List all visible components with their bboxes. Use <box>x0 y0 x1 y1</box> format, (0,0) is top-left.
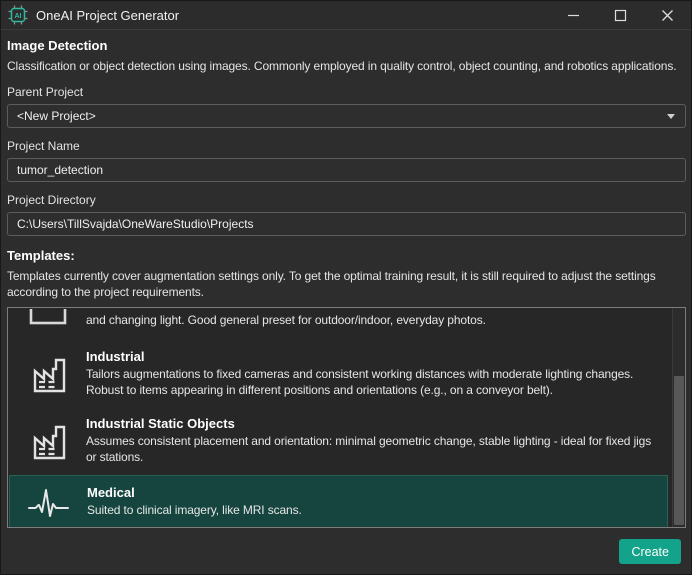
chevron-down-icon <box>667 114 675 119</box>
templates-note: Templates currently cover augmentation s… <box>7 268 686 300</box>
maximize-icon <box>614 9 627 22</box>
titlebar: AI OneAI Project Generator <box>1 1 691 30</box>
parent-project-select[interactable]: <New Project> <box>7 104 686 128</box>
project-name-input[interactable] <box>7 158 686 182</box>
template-item-description: and changing light. Good general preset … <box>86 313 668 329</box>
minimize-icon <box>567 9 580 22</box>
parent-project-label: Parent Project <box>7 85 686 99</box>
create-button[interactable]: Create <box>619 539 681 564</box>
project-directory-input[interactable] <box>7 212 686 236</box>
photo-icon <box>9 309 86 325</box>
project-directory-label: Project Directory <box>7 193 686 207</box>
template-item-description: Assumes consistent placement and orienta… <box>86 434 668 465</box>
template-item-title: Industrial <box>86 349 668 364</box>
close-button[interactable] <box>644 1 691 29</box>
maximize-button[interactable] <box>597 1 644 29</box>
templates-heading: Templates: <box>7 248 686 263</box>
scrollbar[interactable] <box>672 308 685 527</box>
ecg-icon <box>10 484 87 520</box>
window-title: OneAI Project Generator <box>36 8 179 23</box>
template-item-description: Tailors augmentations to fixed cameras a… <box>86 367 668 398</box>
scrollbar-thumb[interactable] <box>674 376 684 525</box>
template-item-description: Suited to clinical imagery, like MRI sca… <box>87 503 667 519</box>
dialog-body: Image Detection Classification or object… <box>1 30 691 575</box>
factory-icon <box>9 421 86 461</box>
minimize-button[interactable] <box>550 1 597 29</box>
template-item-industrial-static-objects[interactable]: Industrial Static Objects Assumes consis… <box>9 408 668 473</box>
template-list: and changing light. Good general preset … <box>7 307 686 528</box>
section-description: Classification or object detection using… <box>7 58 686 74</box>
oneai-project-generator-window: AI OneAI Project Generator Image Detecti… <box>0 0 692 575</box>
svg-text:AI: AI <box>15 13 22 20</box>
template-item-medical[interactable]: Medical Suited to clinical imagery, like… <box>9 475 668 528</box>
template-item-industrial[interactable]: Industrial Tailors augmentations to fixe… <box>9 341 668 406</box>
ai-chip-icon: AI <box>7 4 29 26</box>
close-icon <box>661 9 674 22</box>
template-item-title: Medical <box>87 485 667 500</box>
project-name-label: Project Name <box>7 139 686 153</box>
footer: Create <box>7 528 686 575</box>
section-title: Image Detection <box>7 38 686 53</box>
window-controls <box>550 1 691 29</box>
parent-project-value: <New Project> <box>17 109 96 123</box>
factory-icon <box>9 354 86 394</box>
template-item-partial[interactable]: and changing light. Good general preset … <box>9 309 668 339</box>
template-item-title: Industrial Static Objects <box>86 416 668 431</box>
